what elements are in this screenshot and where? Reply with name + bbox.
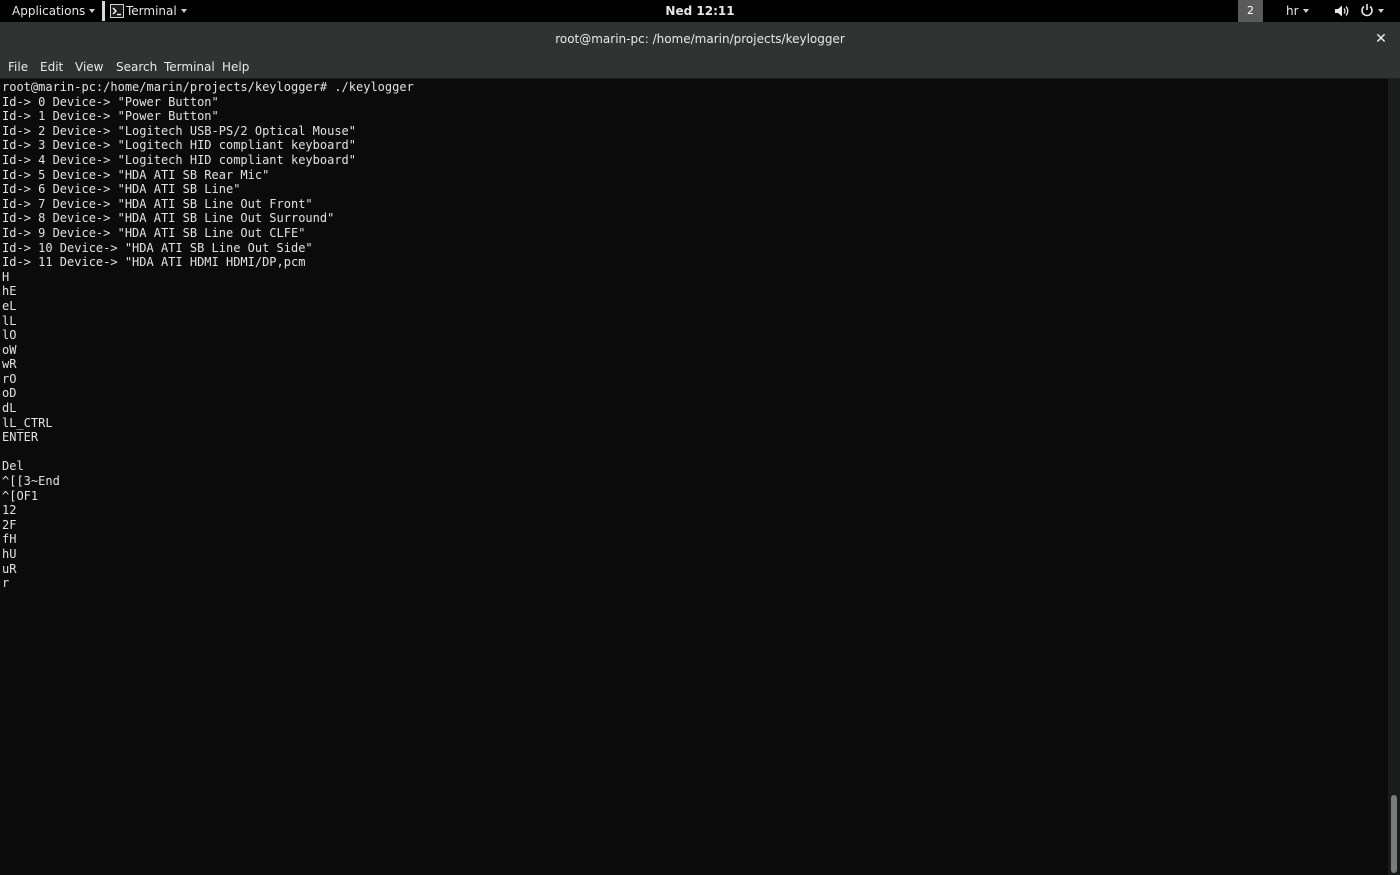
terminal-line: lL_CTRL bbox=[2, 415, 53, 430]
terminal-line: hE bbox=[2, 284, 17, 299]
terminal-icon bbox=[110, 4, 124, 18]
terminal-line: uR bbox=[2, 561, 17, 576]
terminal-line: Id-> 3 Device-> "Logitech HID compliant … bbox=[2, 138, 357, 153]
clock[interactable]: Ned 12:11 bbox=[0, 0, 1400, 22]
terminal-scrollbar[interactable] bbox=[1388, 79, 1400, 875]
terminal-line: Id-> 2 Device-> "Logitech USB-PS/2 Optic… bbox=[2, 123, 357, 138]
close-icon[interactable]: ✕ bbox=[1372, 30, 1390, 48]
terminal-line: Del bbox=[2, 459, 24, 474]
volume-icon[interactable] bbox=[1334, 4, 1350, 18]
terminal-line: hU bbox=[2, 547, 17, 561]
terminal-line: oD bbox=[2, 386, 17, 401]
menu-help[interactable]: Help bbox=[222, 56, 249, 78]
chevron-down-icon bbox=[1378, 9, 1384, 13]
applications-label: Applications bbox=[12, 4, 86, 18]
menu-bar: File Edit View Search Terminal Help bbox=[0, 56, 1400, 79]
workspace-indicator[interactable]: 2 bbox=[1238, 0, 1263, 22]
chevron-down-icon bbox=[89, 9, 96, 13]
terminal-line: ENTER bbox=[2, 430, 39, 445]
terminal-line: rO bbox=[2, 371, 17, 386]
chevron-down-icon bbox=[1302, 9, 1309, 13]
menu-edit[interactable]: Edit bbox=[40, 56, 63, 78]
system-menu[interactable] bbox=[1360, 3, 1384, 19]
terminal-line: eL bbox=[2, 298, 17, 313]
terminal-line: lL bbox=[2, 313, 17, 328]
terminal-line: root@marin-pc:/home/marin/projects/keylo… bbox=[2, 80, 414, 94]
terminal-line: r bbox=[2, 576, 10, 591]
terminal-line: oW bbox=[2, 342, 17, 357]
language-label: hr bbox=[1286, 4, 1299, 18]
menu-file[interactable]: File bbox=[8, 56, 28, 78]
terminal-line: Id-> 0 Device-> "Power Button" bbox=[2, 94, 219, 109]
task-label: Terminal bbox=[126, 4, 177, 18]
power-icon bbox=[1361, 4, 1373, 17]
terminal-line: ^[[3~End bbox=[2, 474, 60, 489]
terminal-output[interactable]: root@marin-pc:/home/marin/projects/keylo… bbox=[0, 79, 1388, 875]
terminal-line: ^[OF1 bbox=[2, 488, 39, 503]
menu-terminal[interactable]: Terminal bbox=[164, 56, 215, 78]
applications-menu[interactable]: Applications bbox=[0, 0, 105, 22]
terminal-line: Id-> 9 Device-> "HDA ATI SB Line Out CLF… bbox=[2, 225, 306, 240]
terminal-line: Id-> 8 Device-> "HDA ATI SB Line Out Sur… bbox=[2, 211, 335, 226]
language-menu[interactable]: hr bbox=[1286, 0, 1309, 22]
top-bar: Applications Terminal Ned 12:11 2 hr bbox=[0, 0, 1400, 22]
terminal-line: wR bbox=[2, 357, 17, 372]
menu-search[interactable]: Search bbox=[116, 56, 157, 78]
terminal-line: Id-> 5 Device-> "HDA ATI SB Rear Mic" bbox=[2, 167, 270, 182]
terminal-line: 12 bbox=[2, 503, 17, 518]
scrollbar-thumb[interactable] bbox=[1391, 795, 1397, 873]
terminal-line: Id-> 7 Device-> "HDA ATI SB Line Out Fro… bbox=[2, 196, 313, 211]
terminal-line: lO bbox=[2, 328, 17, 343]
window-title: root@marin-pc: /home/marin/projects/keyl… bbox=[555, 32, 845, 46]
terminal-line: 2F bbox=[2, 517, 17, 532]
divider bbox=[102, 1, 105, 21]
terminal-line: Id-> 1 Device-> "Power Button" bbox=[2, 109, 219, 124]
terminal-line: Id-> 6 Device-> "HDA ATI SB Line" bbox=[2, 182, 241, 197]
terminal-line: H bbox=[2, 269, 10, 284]
menu-view[interactable]: View bbox=[75, 56, 103, 78]
terminal-line: dL bbox=[2, 401, 17, 416]
chevron-down-icon bbox=[180, 9, 187, 13]
terminal-line: Id-> 10 Device-> "HDA ATI SB Line Out Si… bbox=[2, 240, 313, 255]
terminal-line: Id-> 4 Device-> "Logitech HID compliant … bbox=[2, 152, 357, 167]
terminal-line: Id-> 11 Device-> "HDA ATI HDMI HDMI/DP,p… bbox=[2, 255, 306, 270]
terminal-app-menu[interactable]: Terminal bbox=[108, 0, 193, 22]
terminal-line: fH bbox=[2, 532, 17, 547]
window-titlebar[interactable]: root@marin-pc: /home/marin/projects/keyl… bbox=[0, 22, 1400, 56]
